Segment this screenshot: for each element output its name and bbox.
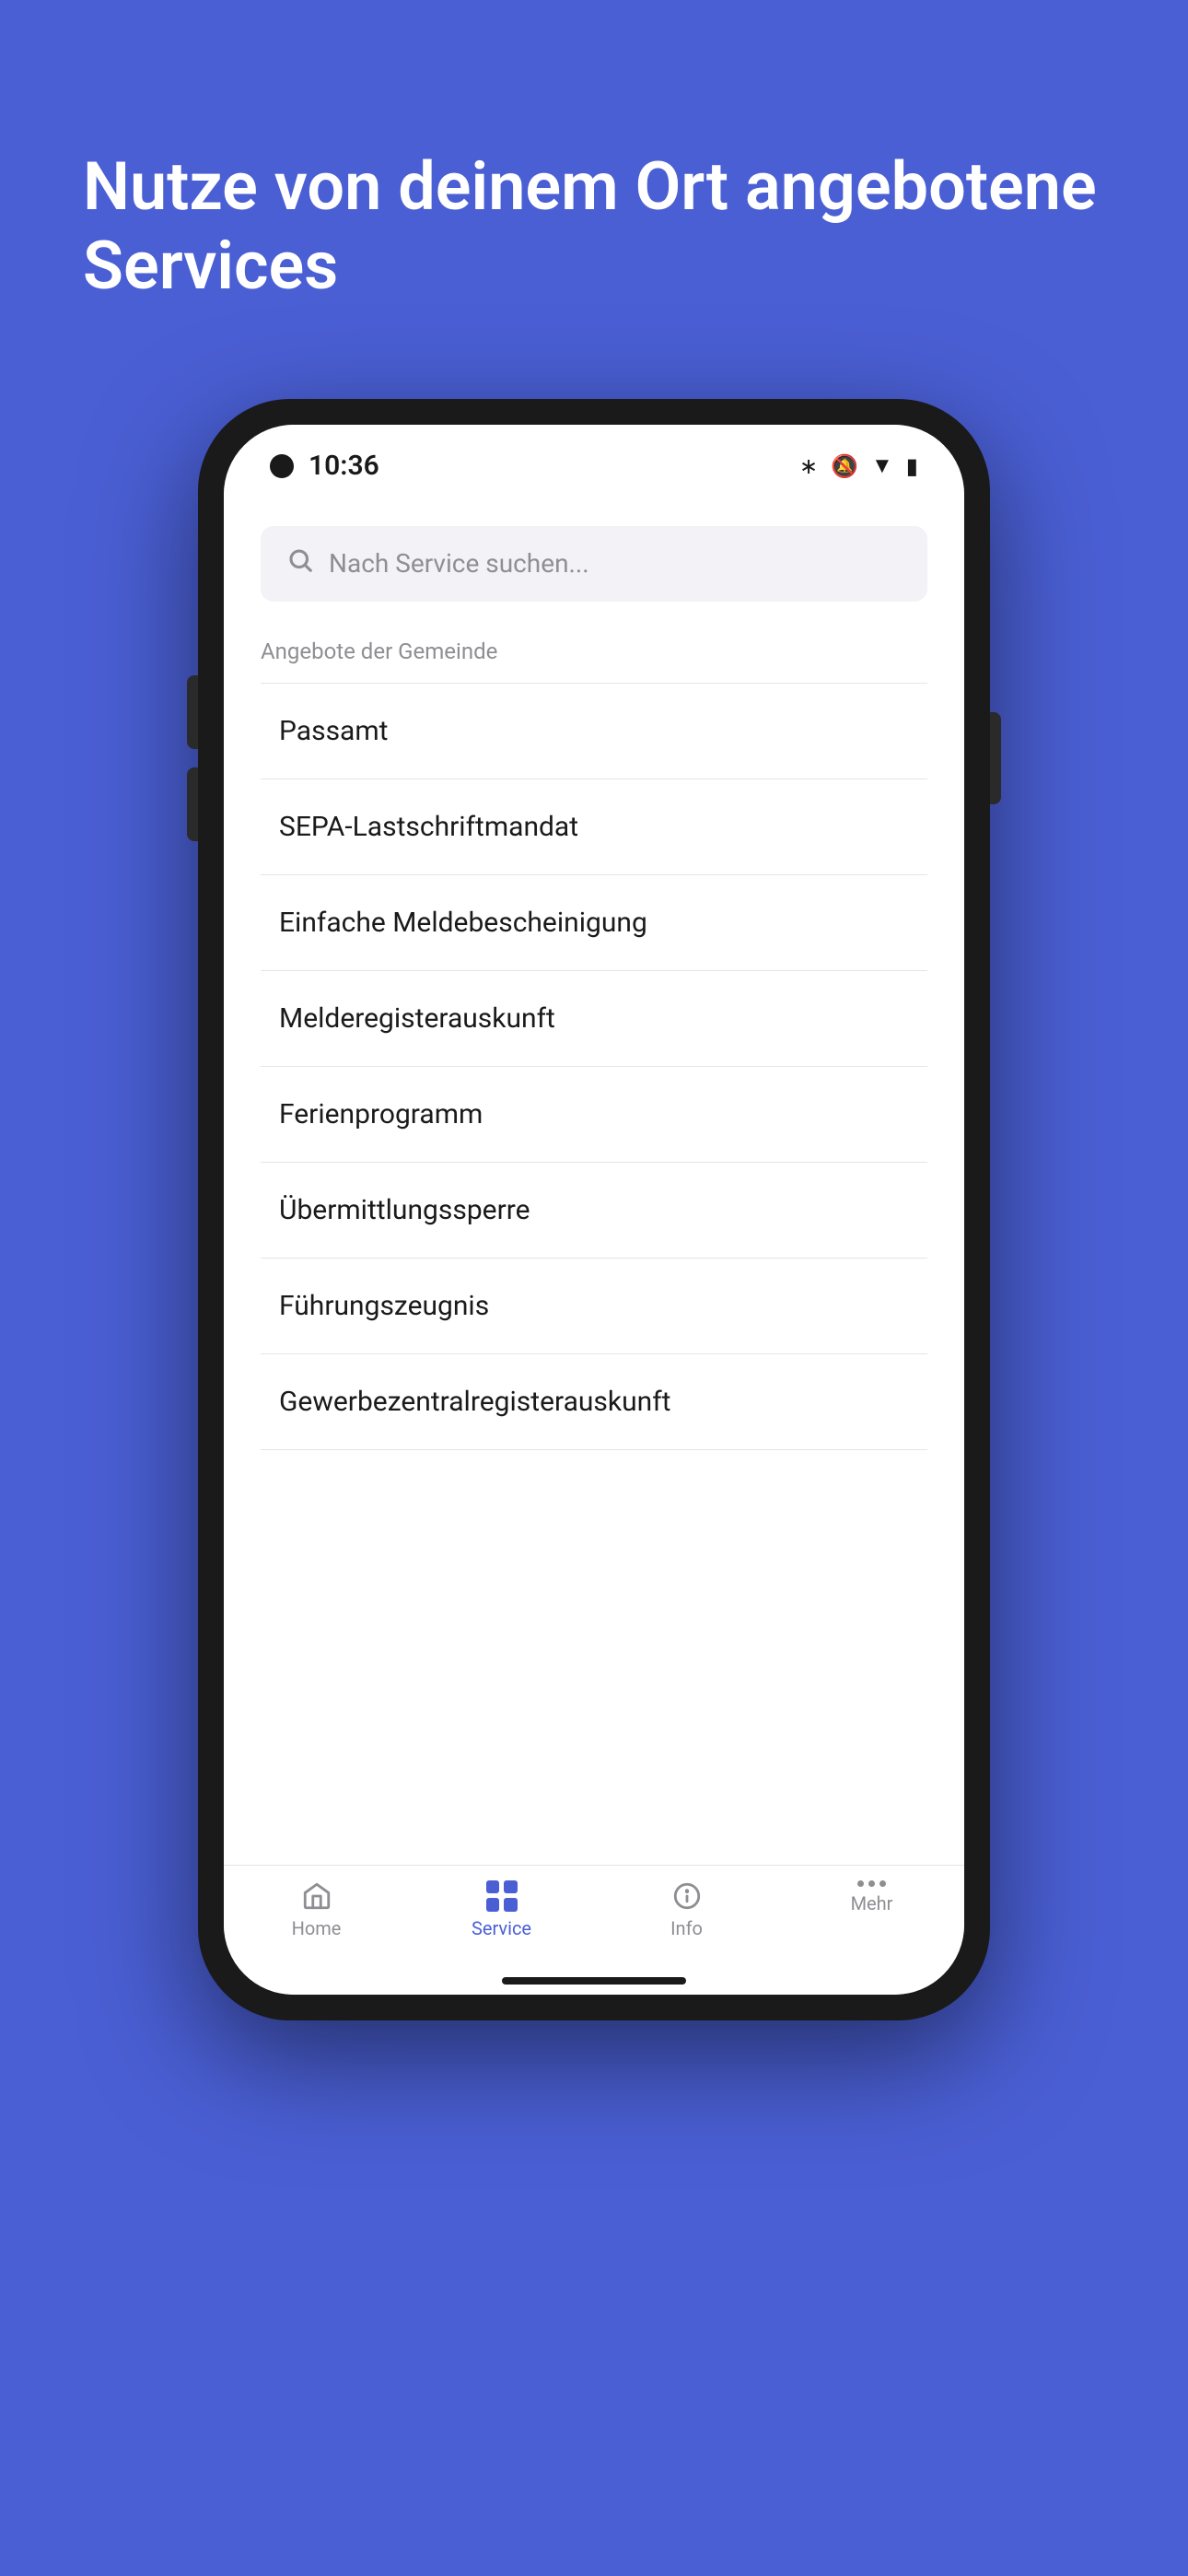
nav-item-home[interactable]: Home <box>224 1880 409 1939</box>
screen-content: Nach Service suchen... Angebote der Geme… <box>224 498 964 1865</box>
vol-down <box>187 767 198 841</box>
search-bar[interactable]: Nach Service suchen... <box>261 526 927 602</box>
nav-label-mehr: Mehr <box>851 1892 893 1914</box>
bottom-nav: Home Service <box>224 1865 964 1967</box>
status-icons: ∗ 🔕 ▼ ▮ <box>799 452 918 479</box>
hero-title: Nutze von deinem Ort angebotene Services <box>83 147 1105 307</box>
list-item[interactable]: Ferienprogramm <box>261 1067 927 1163</box>
nav-item-mehr[interactable]: Mehr <box>779 1880 964 1939</box>
list-item[interactable]: Gewerbezentralregisterauskunft <box>261 1354 927 1450</box>
nav-item-service[interactable]: Service <box>409 1880 594 1939</box>
more-icon <box>857 1880 886 1887</box>
volume-buttons <box>187 675 198 841</box>
nav-item-info[interactable]: Info <box>594 1880 779 1939</box>
time-display: 10:36 <box>309 450 379 482</box>
service-list: Passamt SEPA-Lastschriftmandat Einfache … <box>261 683 927 1865</box>
list-item[interactable]: Melderegisterauskunft <box>261 971 927 1067</box>
list-item[interactable]: Übermittlungssperre <box>261 1163 927 1259</box>
section-title: Angebote der Gemeinde <box>261 638 927 664</box>
nav-label-info: Info <box>670 1917 703 1939</box>
home-indicator <box>224 1967 964 1995</box>
phone-mockup: 10:36 ∗ 🔕 ▼ ▮ <box>198 399 990 2020</box>
list-item[interactable]: Passamt <box>261 683 927 779</box>
home-bar <box>502 1977 686 1985</box>
vol-up <box>187 675 198 749</box>
status-bar: 10:36 ∗ 🔕 ▼ ▮ <box>224 425 964 498</box>
status-time-group: 10:36 <box>270 450 379 482</box>
phone-screen: 10:36 ∗ 🔕 ▼ ▮ <box>224 425 964 1995</box>
hero-section: Nutze von deinem Ort angebotene Services <box>0 0 1188 362</box>
search-icon <box>286 546 314 581</box>
bluetooth-icon: ∗ <box>799 453 818 479</box>
search-input[interactable]: Nach Service suchen... <box>329 548 589 579</box>
bell-icon: 🔕 <box>831 453 858 479</box>
list-item[interactable]: Einfache Meldebescheinigung <box>261 875 927 971</box>
wifi-icon: ▼ <box>871 452 893 479</box>
list-item[interactable]: Führungszeugnis <box>261 1259 927 1354</box>
info-icon <box>671 1880 703 1912</box>
phone-frame: 10:36 ∗ 🔕 ▼ ▮ <box>198 399 990 2020</box>
camera-dot <box>270 454 294 478</box>
nav-label-home: Home <box>292 1917 342 1939</box>
nav-label-service: Service <box>472 1917 531 1939</box>
grid-icon <box>486 1880 518 1912</box>
home-icon <box>301 1880 332 1912</box>
battery-icon: ▮ <box>906 453 918 479</box>
list-item[interactable]: SEPA-Lastschriftmandat <box>261 779 927 875</box>
